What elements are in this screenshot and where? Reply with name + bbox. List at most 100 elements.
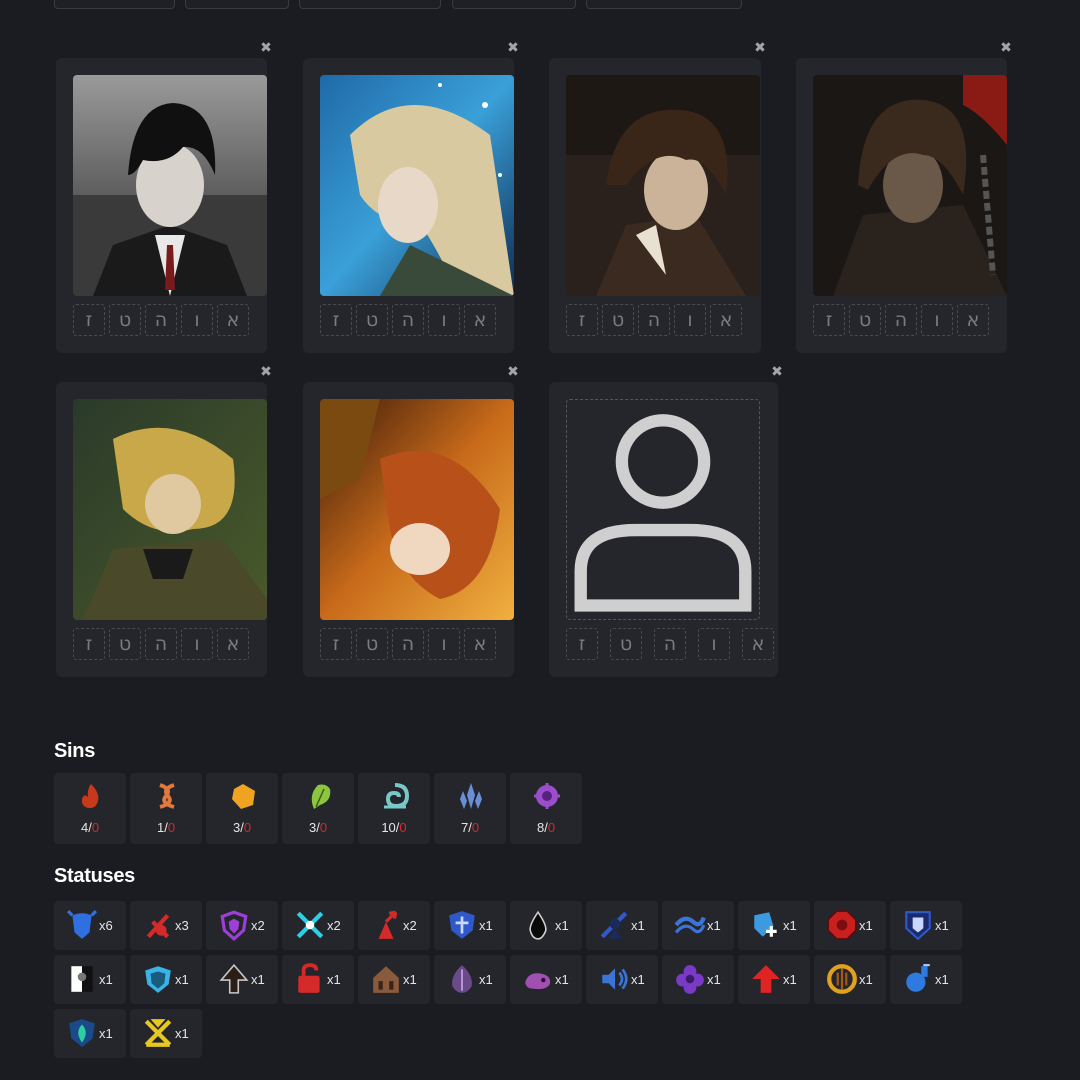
skill-slot[interactable]: ט [109,628,141,660]
skill-slot[interactable]: ז [320,304,352,336]
skill-slot[interactable]: א [742,628,774,660]
skill-slot[interactable]: ז [566,628,598,660]
identity-card-1[interactable]: ✖ זטהוא [56,41,272,353]
sin-tile[interactable]: 3/0 [206,773,278,844]
status-tile[interactable]: x2 [282,901,354,950]
status-tile[interactable]: x1 [890,901,962,950]
wrath-icon [76,781,106,815]
status-tile[interactable]: x1 [358,955,430,1004]
skill-slot[interactable]: ה [392,628,424,660]
status-tile[interactable]: x1 [130,1009,202,1058]
identity-card-2[interactable]: ✖ זטהוא [303,41,519,353]
status-tile[interactable]: x1 [662,901,734,950]
skill-slot[interactable]: ה [145,628,177,660]
skill-slot[interactable]: ז [73,304,105,336]
skill-slot[interactable]: ו [428,304,460,336]
skill-slot[interactable]: ז [73,628,105,660]
status-tile[interactable]: x1 [662,955,734,1004]
portrait-fire-orange [320,399,514,620]
skill-slot[interactable]: ט [849,304,881,336]
remove-card-7-close-icon[interactable]: ✖ [770,365,784,379]
skill-slot[interactable]: ה [885,304,917,336]
remove-card-2-close-icon[interactable]: ✖ [506,41,520,55]
status-tile[interactable]: x1 [814,901,886,950]
identity-card-4[interactable]: ✖ זטהוא [796,41,1012,353]
remove-card-3-close-icon[interactable]: ✖ [753,41,767,55]
remove-card-4-close-icon[interactable]: ✖ [999,41,1013,55]
skill-slot[interactable]: ה [145,304,177,336]
status-tile[interactable]: x1 [738,955,810,1004]
sin-tile[interactable]: 10/0 [358,773,430,844]
identity-portrait-4[interactable] [813,75,1007,296]
status-tile[interactable]: x1 [510,955,582,1004]
identity-card-3[interactable]: ✖ זטהוא [549,41,766,353]
status-count: x1 [631,972,645,987]
sin-tile[interactable]: 8/0 [510,773,582,844]
status-tile[interactable]: x1 [130,955,202,1004]
identity-portrait-6[interactable] [320,399,514,620]
status-tile[interactable]: x3 [130,901,202,950]
skill-slot[interactable]: ז [320,628,352,660]
status-tile[interactable]: x1 [890,955,962,1004]
skill-slot[interactable]: ט [356,628,388,660]
remove-card-5-close-icon[interactable]: ✖ [259,365,273,379]
status-tile[interactable]: x2 [358,901,430,950]
identity-card-7[interactable]: ✖ זטהוא [549,365,783,677]
skill-slot[interactable]: א [464,628,496,660]
empty-portrait-slot[interactable] [566,399,760,620]
skill-slot[interactable]: ו [698,628,730,660]
status-tile[interactable]: x1 [206,955,278,1004]
status-tile[interactable]: x1 [814,955,886,1004]
skill-slot[interactable]: ו [921,304,953,336]
identity-portrait-3[interactable] [566,75,760,296]
identity-card-5[interactable]: ✖ זטהוא [56,365,272,677]
status-tile[interactable]: x1 [54,1009,126,1058]
skill-slot[interactable]: ו [181,628,213,660]
identity-portrait-1[interactable] [73,75,267,296]
status-tile[interactable]: x1 [434,901,506,950]
skill-slot[interactable]: ט [602,304,634,336]
top-filter-3[interactable] [299,0,441,9]
sin-tile[interactable]: 1/0 [130,773,202,844]
top-filter-2[interactable] [185,0,289,9]
status-count: x1 [555,918,569,933]
skill-slot[interactable]: ו [181,304,213,336]
identity-card-6[interactable]: ✖ זטהוא [303,365,519,677]
remove-card-6-close-icon[interactable]: ✖ [506,365,520,379]
identity-portrait-2[interactable] [320,75,514,296]
skill-slot[interactable]: ט [356,304,388,336]
top-filter-5[interactable] [586,0,742,9]
status-tile[interactable]: x1 [54,955,126,1004]
status-tile[interactable]: x1 [738,901,810,950]
skill-slot[interactable]: א [464,304,496,336]
sin-tile[interactable]: 3/0 [282,773,354,844]
sin-tile[interactable]: 7/0 [434,773,506,844]
status-tile[interactable]: x1 [510,901,582,950]
remove-card-1-close-icon[interactable]: ✖ [259,41,273,55]
skill-slot[interactable]: ט [610,628,642,660]
skill-slot[interactable]: ה [638,304,670,336]
skill-slot[interactable]: א [217,628,249,660]
status-tile[interactable]: x6 [54,901,126,950]
sin-tile[interactable]: 4/0 [54,773,126,844]
skill-slot[interactable]: ו [674,304,706,336]
skill-slot[interactable]: ה [654,628,686,660]
skill-slot[interactable]: ז [566,304,598,336]
skill-slot[interactable]: ט [109,304,141,336]
user-placeholder-icon [574,414,752,612]
skill-slot[interactable]: א [217,304,249,336]
status-tile[interactable]: x2 [206,901,278,950]
status-tile[interactable]: x1 [586,901,658,950]
skill-slot[interactable]: א [710,304,742,336]
top-filter-1[interactable] [54,0,175,9]
top-filter-4[interactable] [452,0,576,9]
skill-slot[interactable]: ה [392,304,424,336]
skill-slot[interactable]: א [957,304,989,336]
status-tile[interactable]: x1 [434,955,506,1004]
skill-slot[interactable]: ז [813,304,845,336]
status-tile[interactable]: x1 [586,955,658,1004]
skill-slot[interactable]: ו [428,628,460,660]
status-count: x1 [935,918,949,933]
identity-portrait-5[interactable] [73,399,267,620]
status-tile[interactable]: x1 [282,955,354,1004]
